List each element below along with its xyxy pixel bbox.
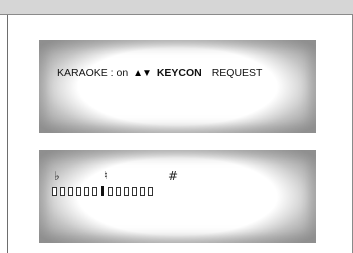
key-level-cell xyxy=(60,187,65,196)
left-divider xyxy=(7,15,8,253)
key-level-cell xyxy=(148,187,153,196)
screen-frame: KARAOKE : on ▲▼ KEYCON REQUEST ♭ ♮ # xyxy=(0,0,353,253)
flat-symbol-icon: ♭ xyxy=(54,169,60,183)
key-symbols-row: ♭ ♮ # xyxy=(52,169,272,183)
key-level-cell xyxy=(92,187,97,196)
karaoke-menu-screen: KARAOKE : on ▲▼ KEYCON REQUEST xyxy=(39,40,316,133)
key-level-scale[interactable] xyxy=(52,186,153,196)
request-menu-item[interactable]: REQUEST xyxy=(212,67,263,79)
top-bar xyxy=(0,0,353,14)
key-level-cell xyxy=(76,187,81,196)
karaoke-status-label[interactable]: KARAOKE : on xyxy=(57,67,128,79)
key-level-cell xyxy=(108,187,113,196)
key-level-cell xyxy=(116,187,121,196)
up-down-arrows-icon: ▲▼ xyxy=(133,68,152,79)
keycon-menu-item[interactable]: KEYCON xyxy=(157,67,202,79)
key-level-cell xyxy=(52,187,57,196)
key-level-cell xyxy=(132,187,137,196)
key-level-cell xyxy=(140,187,145,196)
key-level-cell xyxy=(84,187,89,196)
key-level-cell xyxy=(124,187,129,196)
top-bar-divider xyxy=(0,14,353,15)
karaoke-menu-line: KARAOKE : on ▲▼ KEYCON REQUEST xyxy=(57,67,262,79)
natural-symbol-icon: ♮ xyxy=(104,169,108,182)
key-level-current-marker xyxy=(101,186,104,196)
key-control-screen: ♭ ♮ # xyxy=(39,150,316,243)
key-level-cell xyxy=(68,187,73,196)
sharp-symbol-icon: # xyxy=(168,169,179,183)
